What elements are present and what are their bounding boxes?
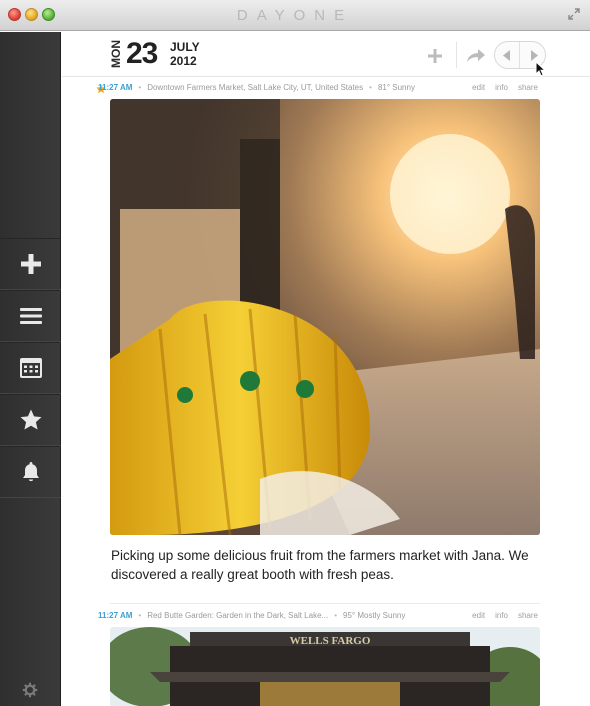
entry-edit-link[interactable]: edit (472, 83, 485, 92)
separator-dot: • (334, 611, 338, 620)
toolbar-separator (456, 42, 457, 68)
entry-text: Picking up some delicious fruit from the… (111, 548, 529, 582)
year-label: 2012 (170, 54, 197, 68)
calendar-icon (19, 358, 42, 378)
stage-sign-text: WELLS FARGO (290, 635, 371, 647)
share-button[interactable] (466, 46, 486, 66)
entry-actions: edit info share (462, 83, 538, 92)
previous-entry-button[interactable] (495, 42, 520, 68)
triangle-right-icon (530, 49, 538, 61)
sidebar-item-new-entry[interactable] (0, 238, 61, 290)
bell-icon (22, 462, 39, 482)
entry-divider (110, 603, 540, 604)
entry-edit-link[interactable]: edit (472, 611, 485, 620)
mouse-pointer-icon (535, 60, 547, 82)
entry-info-link[interactable]: info (495, 83, 508, 92)
entry-time: 11:27 AM (98, 83, 133, 92)
plus-icon (20, 254, 41, 274)
plus-icon (428, 49, 442, 63)
list-icon (19, 308, 42, 324)
sidebar (0, 32, 61, 706)
day-number: 23 (126, 37, 158, 70)
separator-dot: • (369, 83, 372, 92)
separator-dot: • (138, 611, 142, 620)
entry-share-link[interactable]: share (518, 83, 538, 92)
entry-time: 11:27 AM (98, 611, 133, 620)
entry-meta: 11:27 AM • Downtown Farmers Market, Salt L… (98, 83, 538, 99)
add-entry-button[interactable] (426, 46, 444, 66)
star-icon (20, 409, 41, 430)
date-header: MON 23 JULY 2012 (62, 32, 590, 77)
weekday-label: MON (109, 40, 123, 68)
fullscreen-icon[interactable] (567, 7, 581, 21)
entry-photo-bananas (110, 99, 540, 535)
sidebar-item-starred[interactable] (0, 394, 61, 446)
window-titlebar: DAYONE (0, 0, 590, 31)
entry-weather: 95° Mostly Sunny (343, 611, 406, 620)
entry-info-link[interactable]: info (495, 611, 508, 620)
sidebar-item-calendar[interactable] (0, 342, 61, 394)
entry-location: Red Butte Garden: Garden in the Dark, Sa… (147, 611, 329, 620)
main-content: MON 23 JULY 2012 11:27 AM • Downtown Farme… (62, 32, 590, 706)
month-label: JULY (170, 40, 200, 54)
entry-location: Downtown Farmers Market, Salt Lake City,… (147, 83, 364, 92)
separator-dot: • (138, 83, 142, 92)
entry-share-link[interactable]: share (518, 611, 538, 620)
triangle-left-icon (503, 49, 510, 61)
entry-actions: edit info share (462, 611, 538, 620)
sidebar-item-reminders[interactable] (0, 446, 61, 498)
entry-meta: 11:27 AM • Red Butte Garden: Garden in the… (98, 611, 538, 627)
entry-photo-stage: WELLS FARGO (110, 627, 540, 706)
app-title: DAYONE (236, 7, 354, 24)
settings-gear-icon[interactable] (22, 682, 38, 698)
sidebar-item-list[interactable] (0, 290, 61, 342)
share-arrow-icon (467, 49, 485, 62)
entry-weather: 81° Sunny (377, 83, 415, 92)
